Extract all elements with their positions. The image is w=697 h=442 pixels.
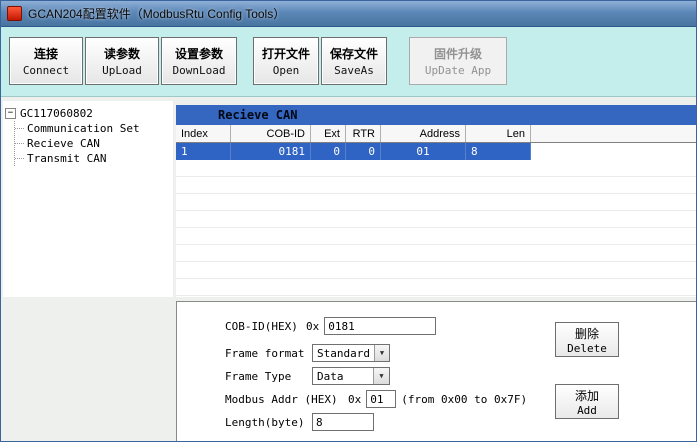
column-header-cobid[interactable]: COB-ID xyxy=(231,125,311,142)
title-bar[interactable]: GCAN204配置软件（ModbusRtu Config Tools） xyxy=(1,1,697,27)
connect-label-en: Connect xyxy=(23,64,69,77)
tree-item-label: Recieve CAN xyxy=(27,137,100,150)
frame-format-label: Frame format xyxy=(225,347,307,360)
cell-ext: 0 xyxy=(311,143,346,160)
tree-item-label: Transmit CAN xyxy=(27,152,106,165)
upload-label-zh: 读参数 xyxy=(104,45,140,62)
tree-item-recieve-can[interactable]: Recieve CAN xyxy=(15,136,171,151)
open-label-zh: 打开文件 xyxy=(262,45,310,62)
delete-label-zh: 删除 xyxy=(575,325,599,342)
update-label-zh: 固件升级 xyxy=(434,45,482,62)
delete-button[interactable]: 删除 Delete xyxy=(555,322,619,357)
column-header-index[interactable]: Index xyxy=(176,125,231,142)
frame-type-value: Data xyxy=(313,370,348,383)
frame-format-value: Standard xyxy=(313,347,374,360)
device-tree: − GC117060802 Communication Set Recieve … xyxy=(3,101,173,297)
frame-format-row: Frame format Standard ▼ xyxy=(225,343,390,363)
frame-format-select[interactable]: Standard ▼ xyxy=(312,344,390,362)
frame-type-row: Frame Type Data ▼ xyxy=(225,366,390,386)
cobid-hex-prefix: 0x xyxy=(306,320,319,333)
column-header-address[interactable]: Address xyxy=(381,125,466,142)
window-title: GCAN204配置软件（ModbusRtu Config Tools） xyxy=(28,5,285,22)
download-label-zh: 设置参数 xyxy=(175,45,223,62)
cobid-input[interactable] xyxy=(324,317,436,335)
cobid-label: COB-ID(HEX) xyxy=(225,320,301,333)
app-icon xyxy=(7,6,22,21)
tree-item-transmit-can[interactable]: Transmit CAN xyxy=(15,151,171,166)
tree-root-item[interactable]: − GC117060802 xyxy=(5,105,171,121)
cell-index: 1 xyxy=(176,143,231,160)
open-label-en: Open xyxy=(273,64,300,77)
column-header-len[interactable]: Len xyxy=(466,125,531,142)
grid-header: Index COB-ID Ext RTR Address Len xyxy=(176,125,697,143)
length-label: Length(byte) xyxy=(225,416,307,429)
saveas-label-en: SaveAs xyxy=(334,64,374,77)
cell-address: 01 xyxy=(381,143,466,160)
firmware-update-button: 固件升级 UpDate App xyxy=(409,37,507,85)
length-input[interactable] xyxy=(312,413,374,431)
column-header-rtr[interactable]: RTR xyxy=(346,125,381,142)
tree-branch-line xyxy=(15,158,24,159)
cell-rtr: 0 xyxy=(346,143,381,160)
download-label-en: DownLoad xyxy=(173,64,226,77)
modbus-range-hint: (from 0x00 to 0x7F) xyxy=(401,393,527,406)
add-button[interactable]: 添加 Add xyxy=(555,384,619,419)
tree-item-communication-set[interactable]: Communication Set xyxy=(15,121,171,136)
grid-empty-area xyxy=(176,160,697,297)
tree-branch-line xyxy=(15,128,24,129)
cell-cobid: 0181 xyxy=(231,143,311,160)
connect-button[interactable]: 连接 Connect xyxy=(9,37,83,85)
frame-type-select[interactable]: Data ▼ xyxy=(312,367,390,385)
modbus-addr-label: Modbus Addr (HEX) xyxy=(225,393,343,406)
upload-label-en: UpLoad xyxy=(102,64,142,77)
chevron-down-icon[interactable]: ▼ xyxy=(374,345,389,361)
tree-children: Communication Set Recieve CAN Transmit C… xyxy=(14,121,171,166)
open-file-button[interactable]: 打开文件 Open xyxy=(253,37,319,85)
connect-label-zh: 连接 xyxy=(34,45,58,62)
modbus-addr-row: Modbus Addr (HEX) 0x (from 0x00 to 0x7F) xyxy=(225,389,527,409)
tree-root-label: GC117060802 xyxy=(20,107,93,120)
modbus-hex-prefix: 0x xyxy=(348,393,361,406)
cell-len: 8 xyxy=(466,143,531,160)
length-row: Length(byte) xyxy=(225,412,374,432)
column-header-ext[interactable]: Ext xyxy=(311,125,346,142)
save-as-button[interactable]: 保存文件 SaveAs xyxy=(321,37,387,85)
add-label-zh: 添加 xyxy=(575,387,599,404)
download-button[interactable]: 设置参数 DownLoad xyxy=(161,37,237,85)
grid-caption: Recieve CAN xyxy=(176,105,697,125)
saveas-label-zh: 保存文件 xyxy=(330,45,378,62)
frame-type-label: Frame Type xyxy=(225,370,307,383)
tree-item-label: Communication Set xyxy=(27,122,140,135)
add-label-en: Add xyxy=(577,404,597,417)
delete-label-en: Delete xyxy=(567,342,607,355)
update-label-en: UpDate App xyxy=(425,64,491,77)
app-window: GCAN204配置软件（ModbusRtu Config Tools） 连接 C… xyxy=(0,0,697,442)
tree-branch-line xyxy=(15,143,24,144)
modbus-addr-input[interactable] xyxy=(366,390,396,408)
table-row-selected[interactable]: 1 0181 0 0 01 8 xyxy=(176,143,531,160)
cobid-row: COB-ID(HEX) 0x xyxy=(225,316,436,336)
collapse-icon[interactable]: − xyxy=(5,108,16,119)
toolbar: 连接 Connect 读参数 UpLoad 设置参数 DownLoad 打开文件… xyxy=(1,27,697,97)
chevron-down-icon[interactable]: ▼ xyxy=(373,368,389,384)
edit-panel: COB-ID(HEX) 0x Frame format Standard ▼ F… xyxy=(176,301,697,442)
upload-button[interactable]: 读参数 UpLoad xyxy=(85,37,159,85)
